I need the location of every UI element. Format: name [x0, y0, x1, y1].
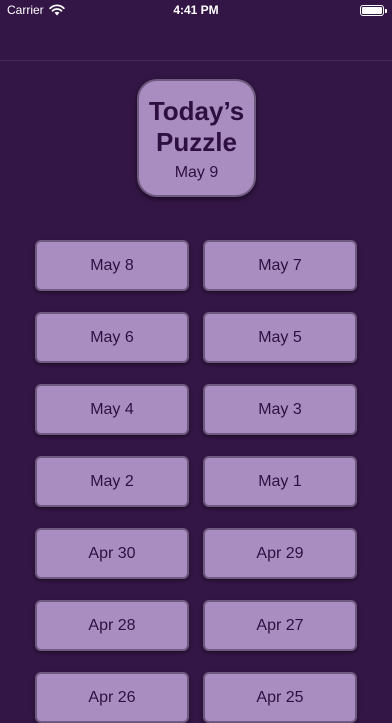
puzzle-day-label: May 8 — [90, 256, 134, 274]
puzzle-day-button[interactable]: Apr 28 — [35, 600, 189, 651]
puzzle-day-label: May 2 — [90, 472, 134, 490]
puzzle-day-button[interactable]: Apr 25 — [203, 672, 357, 723]
puzzle-day-button[interactable]: Apr 29 — [203, 528, 357, 579]
puzzle-day-label: May 1 — [258, 472, 302, 490]
puzzle-day-button[interactable]: May 7 — [203, 240, 357, 291]
puzzle-day-button[interactable]: May 1 — [203, 456, 357, 507]
past-puzzles-grid: May 8 May 7 May 6 May 5 May 4 May 3 May 2 May 1… — [0, 0, 392, 723]
puzzle-day-label: May 4 — [90, 400, 134, 418]
puzzle-day-button[interactable]: May 6 — [35, 312, 189, 363]
puzzle-day-label: May 7 — [258, 256, 302, 274]
puzzle-day-label: Apr 28 — [88, 616, 136, 634]
puzzle-day-button[interactable]: Apr 26 — [35, 672, 189, 723]
puzzle-day-label: Apr 26 — [88, 688, 136, 706]
puzzle-day-label: May 3 — [258, 400, 302, 418]
puzzle-day-button[interactable]: May 5 — [203, 312, 357, 363]
puzzle-day-button[interactable]: May 8 — [35, 240, 189, 291]
puzzle-day-label: Apr 25 — [256, 688, 304, 706]
puzzle-day-button[interactable]: May 2 — [35, 456, 189, 507]
puzzle-day-label: Apr 29 — [256, 544, 304, 562]
puzzle-day-button[interactable]: Apr 30 — [35, 528, 189, 579]
puzzle-day-button[interactable]: Apr 27 — [203, 600, 357, 651]
puzzle-day-button[interactable]: May 3 — [203, 384, 357, 435]
puzzle-day-label: Apr 27 — [256, 616, 304, 634]
puzzle-day-label: Apr 30 — [88, 544, 136, 562]
puzzle-day-button[interactable]: May 4 — [35, 384, 189, 435]
puzzle-day-label: May 5 — [258, 328, 302, 346]
puzzle-day-label: May 6 — [90, 328, 134, 346]
